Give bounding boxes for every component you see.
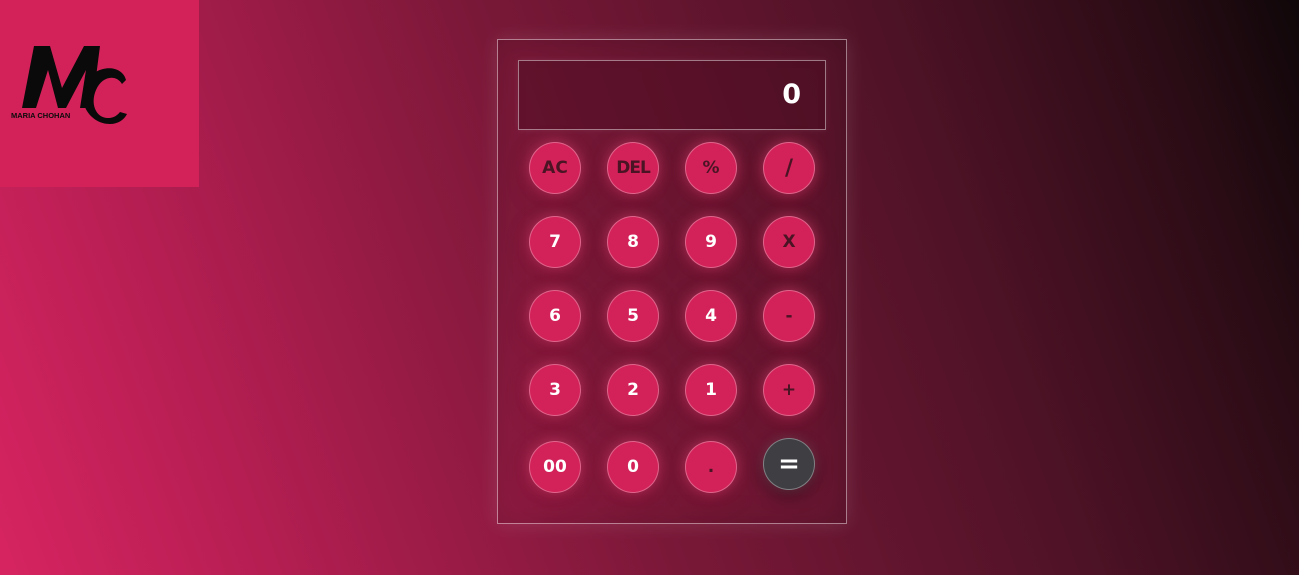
digit-7-button[interactable]: 7: [529, 216, 581, 268]
double-zero-button[interactable]: 00: [529, 441, 581, 493]
digit-4-button[interactable]: 4: [685, 290, 737, 342]
delete-button[interactable]: DEL: [607, 142, 659, 194]
digit-8-button[interactable]: 8: [607, 216, 659, 268]
logo: MARIA CHOHAN: [0, 0, 199, 187]
digit-2-button[interactable]: 2: [607, 364, 659, 416]
plus-button[interactable]: +: [763, 364, 815, 416]
digit-6-button[interactable]: 6: [529, 290, 581, 342]
equals-button[interactable]: =: [763, 438, 815, 490]
calculator: 0 AC DEL % / 7 8 9 X 6 5 4 - 3 2 1 + 00 …: [497, 39, 847, 524]
percent-button[interactable]: %: [685, 142, 737, 194]
decimal-point-button[interactable]: .: [685, 441, 737, 493]
digit-9-button[interactable]: 9: [685, 216, 737, 268]
digit-0-button[interactable]: 0: [607, 441, 659, 493]
svg-text:MARIA CHOHAN: MARIA CHOHAN: [11, 111, 70, 120]
digit-1-button[interactable]: 1: [685, 364, 737, 416]
calculator-display: 0: [518, 60, 826, 130]
digit-3-button[interactable]: 3: [529, 364, 581, 416]
digit-5-button[interactable]: 5: [607, 290, 659, 342]
clear-all-button[interactable]: AC: [529, 142, 581, 194]
multiply-button[interactable]: X: [763, 216, 815, 268]
divide-button[interactable]: /: [763, 142, 815, 194]
minus-button[interactable]: -: [763, 290, 815, 342]
maria-chohan-logo: MARIA CHOHAN: [11, 46, 127, 124]
